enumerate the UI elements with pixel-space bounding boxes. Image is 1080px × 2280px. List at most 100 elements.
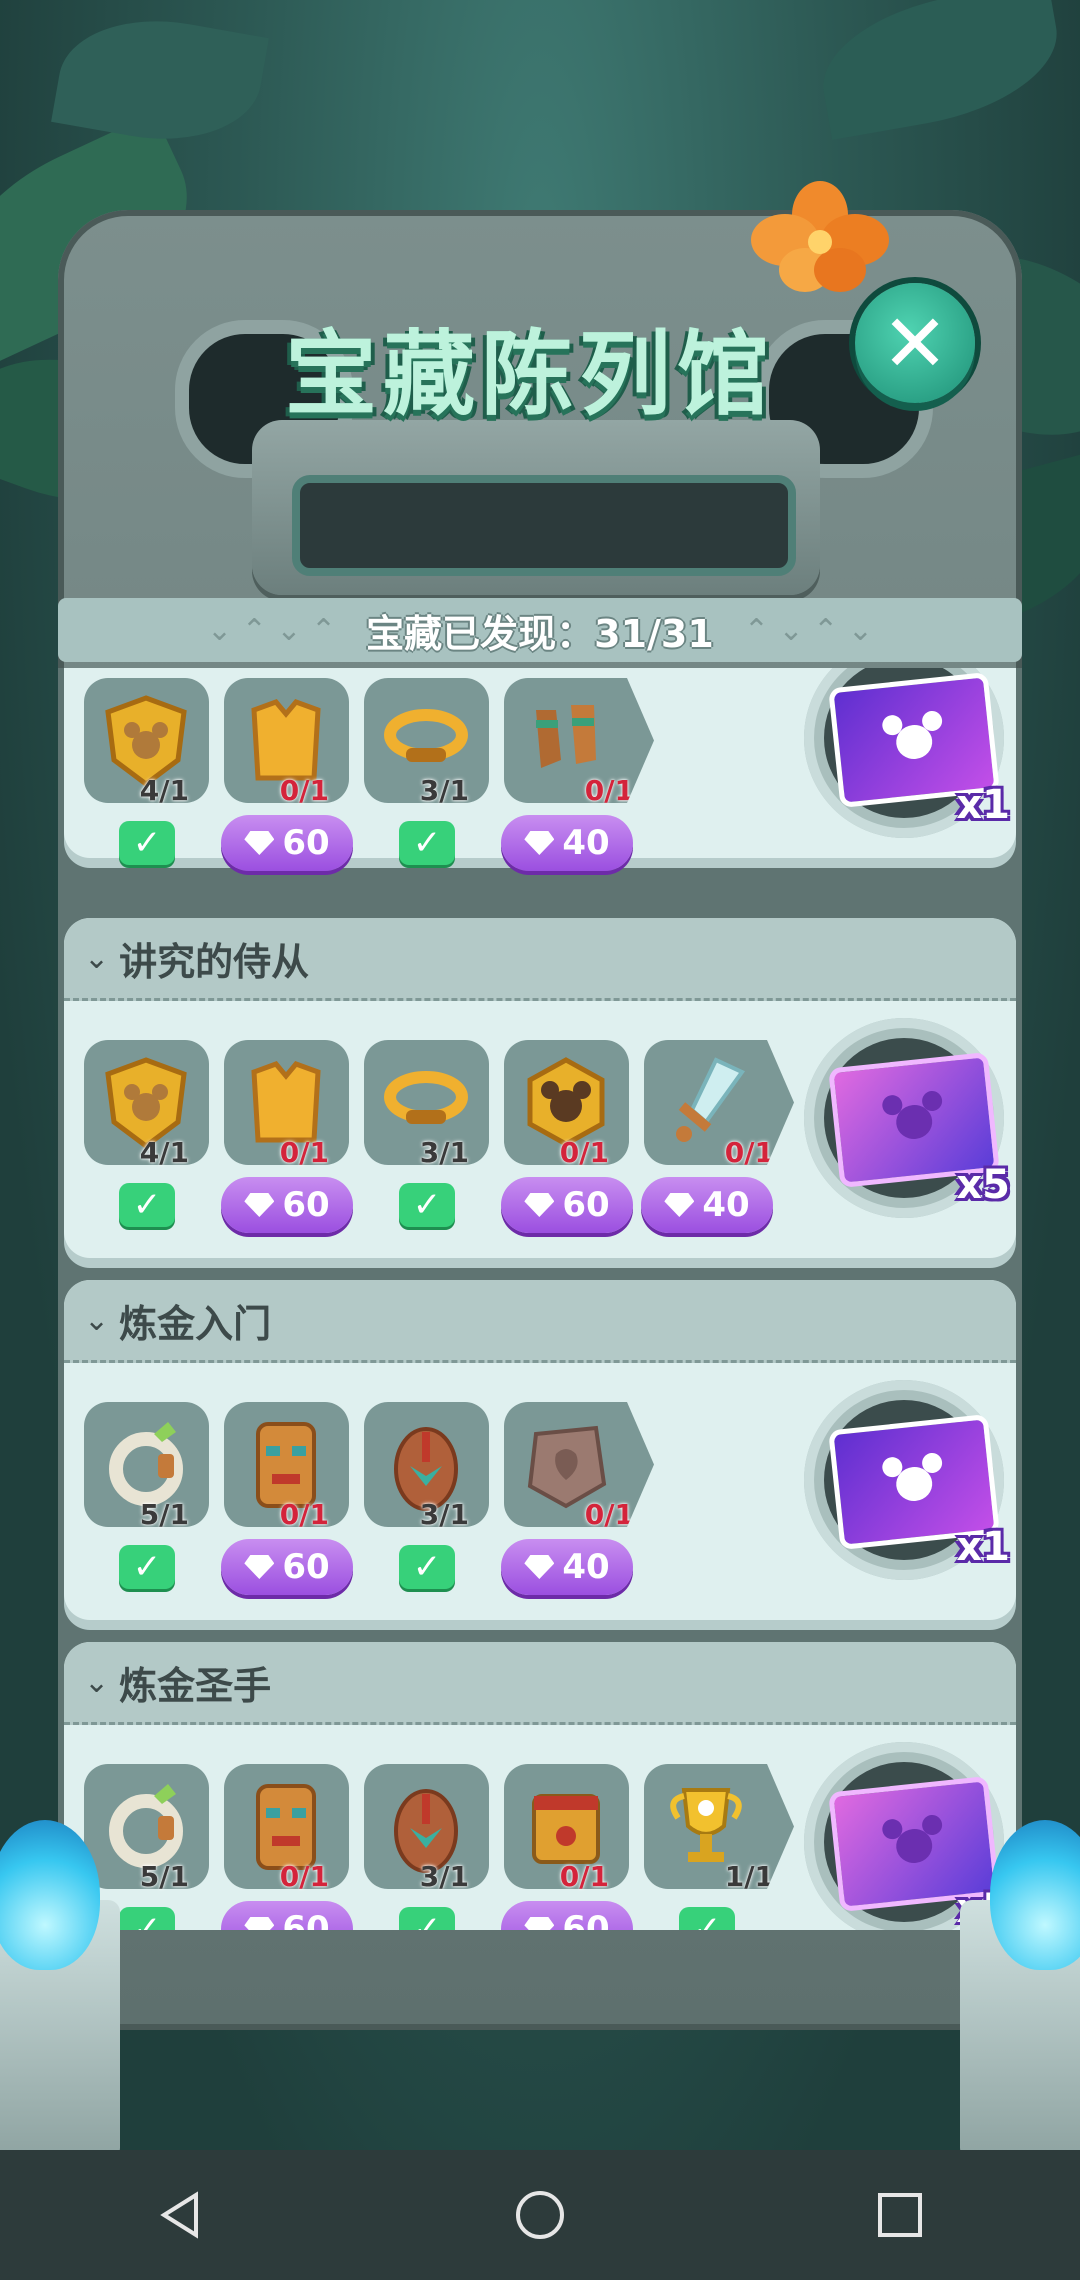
- orange-flower-icon: [751, 181, 889, 292]
- set-reward[interactable]: x1: [804, 668, 1010, 838]
- owned-check-icon: ✓: [399, 1183, 455, 1227]
- reward-multiplier: x1: [956, 782, 1010, 828]
- treasure-set-card: ⌄ 讲究的侍从 4/1 0/1 3/1 0/1 0/1 ✓ 60 ✓ 60 40…: [64, 918, 1016, 1258]
- set-header[interactable]: ⌄ 炼金入门: [64, 1280, 1016, 1363]
- set-header[interactable]: ⌄ 炼金圣手: [64, 1642, 1016, 1725]
- gem-price: 60: [282, 1547, 330, 1587]
- chevron-pattern-icon: ⌃ ⌄ ⌃ ⌄: [743, 612, 873, 648]
- treasure-slot[interactable]: 0/1: [224, 1402, 349, 1531]
- title-plaque: [252, 420, 820, 595]
- item-quantity: 0/1: [279, 1498, 329, 1531]
- owned-check-icon: ✓: [119, 1183, 175, 1227]
- buy-with-gems-button[interactable]: 60: [221, 1177, 353, 1233]
- treasure-slot[interactable]: 4/1: [84, 678, 209, 807]
- treasure-slot[interactable]: 1/1: [644, 1764, 794, 1889]
- gem-icon: [244, 1917, 275, 1930]
- treasure-set-list[interactable]: 4/1 0/1 3/1 0/1 ✓ 60 ✓ 40 x1 ⌄ 讲究的侍从 4/1…: [58, 668, 1022, 1930]
- item-quantity: 0/1: [724, 1136, 774, 1169]
- gem-price: 60: [562, 1909, 610, 1930]
- gem-price: 60: [282, 1909, 330, 1930]
- chevron-pattern-icon: ⌄ ⌃ ⌄ ⌃: [207, 612, 337, 648]
- treasure-slot[interactable]: 3/1: [364, 678, 489, 807]
- chevron-down-icon: ⌄: [84, 1664, 110, 1700]
- treasure-set-card: 4/1 0/1 3/1 0/1 ✓ 60 ✓ 40 x1: [64, 668, 1016, 871]
- gem-price: 60: [282, 823, 330, 863]
- gem-icon: [664, 1193, 695, 1217]
- treasure-slot[interactable]: 0/1: [224, 1764, 349, 1893]
- treasure-slot[interactable]: 3/1: [364, 1764, 489, 1893]
- treasure-slot[interactable]: 5/1: [84, 1402, 209, 1531]
- buy-with-gems-button[interactable]: 40: [641, 1177, 773, 1233]
- set-reward[interactable]: x1: [804, 1380, 1010, 1580]
- system-navigation-bar: [0, 2150, 1080, 2280]
- set-reward[interactable]: x5: [804, 1018, 1010, 1218]
- close-button[interactable]: ✕: [855, 283, 975, 403]
- item-quantity: 5/1: [139, 1860, 189, 1893]
- item-quantity: 0/1: [559, 1860, 609, 1893]
- mouse-silhouette-icon: [881, 710, 946, 766]
- close-icon: ✕: [881, 296, 949, 390]
- treasure-slot[interactable]: 3/1: [364, 1040, 489, 1169]
- gem-icon: [524, 1917, 555, 1930]
- nav-home-button[interactable]: [505, 2180, 575, 2250]
- item-quantity: 4/1: [139, 774, 189, 807]
- gem-icon: [524, 1555, 555, 1579]
- treasure-slot[interactable]: 0/1: [504, 1402, 654, 1527]
- gem-price: 40: [702, 1185, 750, 1225]
- item-quantity: 3/1: [419, 774, 469, 807]
- mouse-silhouette-icon: [881, 1090, 946, 1146]
- treasure-slot[interactable]: 0/1: [644, 1040, 794, 1165]
- mouse-silhouette-icon: [881, 1814, 946, 1870]
- gem-price: 40: [562, 1547, 610, 1587]
- owned-check-icon: ✓: [399, 821, 455, 865]
- item-quantity: 0/1: [279, 1136, 329, 1169]
- owned-check-icon: ✓: [119, 1907, 175, 1930]
- plaque-slot: [292, 475, 796, 576]
- item-quantity: 1/1: [724, 1860, 774, 1893]
- reward-multiplier: x1: [956, 1524, 1010, 1570]
- owned-check-icon: ✓: [679, 1907, 735, 1930]
- owned-check-icon: ✓: [399, 1907, 455, 1930]
- buy-with-gems-button[interactable]: 60: [221, 815, 353, 871]
- buy-with-gems-button[interactable]: 60: [501, 1901, 633, 1930]
- treasure-slot[interactable]: 3/1: [364, 1402, 489, 1531]
- recents-icon: [878, 2193, 922, 2237]
- buy-with-gems-button[interactable]: 60: [221, 1539, 353, 1595]
- treasure-slot[interactable]: 0/1: [504, 1040, 629, 1169]
- nav-recents-button[interactable]: [865, 2180, 935, 2250]
- gem-icon: [524, 831, 555, 855]
- mouse-silhouette-icon: [881, 1452, 946, 1508]
- gem-price: 40: [562, 823, 610, 863]
- treasure-slot[interactable]: 0/1: [504, 678, 654, 803]
- treasure-slot[interactable]: 4/1: [84, 1040, 209, 1169]
- back-icon: [160, 2191, 198, 2239]
- item-quantity: 0/1: [584, 1498, 634, 1531]
- gem-price: 60: [562, 1185, 610, 1225]
- treasure-slot[interactable]: 0/1: [224, 1040, 349, 1169]
- page-title: 宝藏陈列馆: [284, 321, 775, 428]
- item-quantity: 3/1: [419, 1498, 469, 1531]
- set-header[interactable]: ⌄ 讲究的侍从: [64, 918, 1016, 1001]
- chevron-down-icon: ⌄: [84, 940, 110, 976]
- item-quantity: 0/1: [584, 774, 634, 807]
- gem-icon: [244, 831, 275, 855]
- reward-multiplier: x5: [956, 1162, 1010, 1208]
- leaf-decoration: [51, 3, 269, 157]
- item-quantity: 0/1: [279, 774, 329, 807]
- item-quantity: 0/1: [559, 1136, 609, 1169]
- buy-with-gems-button[interactable]: 40: [501, 1539, 633, 1595]
- set-name: 炼金入门: [119, 1301, 272, 1346]
- item-quantity: 5/1: [139, 1498, 189, 1531]
- gem-icon: [524, 1193, 555, 1217]
- treasure-slot[interactable]: 0/1: [504, 1764, 629, 1893]
- progress-header: ⌄ ⌃ ⌄ ⌃ 宝藏已发现：31/31 ⌃ ⌄ ⌃ ⌄: [58, 598, 1022, 662]
- owned-check-icon: ✓: [119, 1545, 175, 1589]
- treasure-slot[interactable]: 5/1: [84, 1764, 209, 1893]
- treasure-slot[interactable]: 0/1: [224, 678, 349, 807]
- buy-with-gems-button[interactable]: 40: [501, 815, 633, 871]
- buy-with-gems-button[interactable]: 60: [501, 1177, 633, 1233]
- item-quantity: 3/1: [419, 1136, 469, 1169]
- chevron-down-icon: ⌄: [84, 1302, 110, 1338]
- nav-back-button[interactable]: [145, 2180, 215, 2250]
- buy-with-gems-button[interactable]: 60: [221, 1901, 353, 1930]
